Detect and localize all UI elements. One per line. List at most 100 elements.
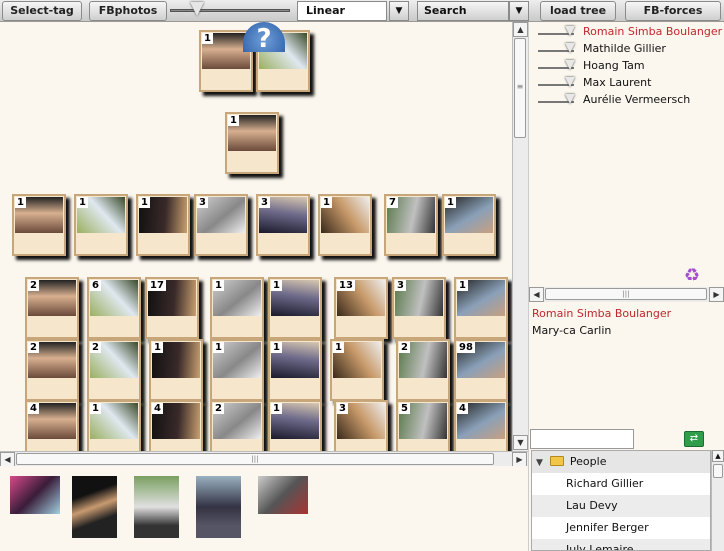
photo-card[interactable]: 1 <box>74 194 128 256</box>
photo-count-badge: 5 <box>399 403 410 414</box>
zoom-slider-thumb[interactable] <box>190 2 204 16</box>
tree-item-person[interactable]: Lau Devy <box>532 495 710 517</box>
photo-card[interactable]: 1 <box>210 277 264 339</box>
weight-slider-thumb[interactable] <box>565 77 575 87</box>
photo-card[interactable]: 4 <box>25 400 79 451</box>
photo-card[interactable]: 1 <box>268 339 322 401</box>
photo-card[interactable]: 1 <box>149 339 203 401</box>
tree-vertical-scrollbar[interactable]: ▲ <box>711 450 724 551</box>
person-name[interactable]: Mathilde Gillier <box>583 42 666 55</box>
photo-card[interactable]: 1 <box>442 194 496 256</box>
photo-card[interactable]: 2 <box>25 339 79 401</box>
photo-count-badge: 1 <box>445 197 456 208</box>
photo-card[interactable]: 2 <box>396 339 450 401</box>
photo-card[interactable]: 5 <box>396 400 450 451</box>
search-dropdown-arrow[interactable]: ▼ <box>509 1 529 21</box>
photo-card[interactable]: 2 <box>87 339 141 401</box>
photo-card[interactable]: 1 <box>12 194 66 256</box>
tree-item-person[interactable]: July Lemaire <box>532 539 710 550</box>
photo-card[interactable]: 4 <box>454 400 508 451</box>
photo-card[interactable]: 2 <box>25 277 79 339</box>
weight-slider-thumb[interactable] <box>565 60 575 70</box>
photo-count-badge: 3 <box>337 403 348 414</box>
photo-card[interactable]: 98 <box>454 339 508 401</box>
person-name[interactable]: Romain Simba Boulanger <box>583 25 722 38</box>
zoom-slider-track[interactable] <box>170 9 290 12</box>
fbphotos-button[interactable]: FBphotos <box>89 1 167 21</box>
scroll-left-arrow[interactable]: ◀ <box>529 287 544 302</box>
weight-slider-thumb[interactable] <box>565 26 575 36</box>
photo-card[interactable]: 1 <box>225 112 279 174</box>
scroll-right-arrow[interactable]: ▶ <box>512 452 527 467</box>
shuffle-icon[interactable]: ⇄ <box>684 431 704 447</box>
scroll-up-arrow[interactable]: ▲ <box>712 450 724 462</box>
main-horizontal-scrollbar[interactable]: ◀ ||| ▶ <box>0 451 528 467</box>
photo-card[interactable]: 1 <box>136 194 190 256</box>
photo-card[interactable]: 2 <box>210 400 264 451</box>
scroll-thumb[interactable]: ||| <box>545 288 707 300</box>
recycle-icon[interactable]: ♻ <box>684 265 700 286</box>
photo-count-badge: 1 <box>333 342 344 353</box>
selected-person[interactable]: Romain Simba Boulanger <box>532 305 671 322</box>
tree-root-people[interactable]: ▼ People <box>532 451 710 473</box>
search-button[interactable]: Search <box>417 1 509 21</box>
person-name[interactable]: Hoang Tam <box>583 59 645 72</box>
photo-card[interactable]: 3 <box>392 277 446 339</box>
scroll-left-arrow[interactable]: ◀ <box>0 452 15 467</box>
photo-count-badge: 1 <box>271 342 282 353</box>
photo-card[interactable]: 17 <box>145 277 199 339</box>
people-filter-input[interactable] <box>530 429 634 449</box>
photo-count-badge: 98 <box>457 342 475 353</box>
scroll-thumb[interactable]: ||| <box>16 453 494 465</box>
main-vertical-scrollbar[interactable]: ▲ ≡ ▼ <box>512 22 528 451</box>
photo-card[interactable]: 1 <box>268 400 322 451</box>
photo-graph-canvas[interactable]: 11111133171261711133122111129841421354 <box>0 22 512 451</box>
photo-card[interactable]: 4 <box>149 400 203 451</box>
photo-count-badge: 1 <box>271 280 282 291</box>
photo-card[interactable]: 1 <box>210 339 264 401</box>
photo-card[interactable]: 7 <box>384 194 438 256</box>
photo-card[interactable]: 1 <box>318 194 372 256</box>
strip-photo[interactable] <box>134 476 179 538</box>
strip-photo[interactable] <box>10 476 60 514</box>
photo-count-badge: 1 <box>152 342 163 353</box>
scroll-thumb[interactable]: ≡ <box>514 38 526 138</box>
photo-card[interactable]: 6 <box>87 277 141 339</box>
strip-photo[interactable] <box>258 476 308 514</box>
chevron-down-icon[interactable]: ▼ <box>536 458 543 468</box>
selected-person[interactable]: Mary-ca Carlin <box>532 322 671 339</box>
photo-count-badge: 3 <box>259 197 270 208</box>
photo-card[interactable]: 1 <box>330 339 384 401</box>
photo-count-badge: 17 <box>148 280 166 291</box>
select-tag-button[interactable]: Select-tag <box>2 1 82 21</box>
person-name[interactable]: Max Laurent <box>583 76 651 89</box>
tree-item-person[interactable]: Jennifer Berger <box>532 517 710 539</box>
photo-card[interactable]: 1 <box>454 277 508 339</box>
person-weight-row: Romain Simba Boulanger <box>536 24 724 41</box>
load-tree-button[interactable]: load tree <box>540 1 616 21</box>
fb-forces-button[interactable]: FB-forces <box>625 1 721 21</box>
person-weight-row: Mathilde Gillier <box>536 41 724 58</box>
strip-photo[interactable] <box>196 476 241 538</box>
photo-card[interactable]: 1 <box>268 277 322 339</box>
scroll-right-arrow[interactable]: ▶ <box>709 287 724 302</box>
photo-count-badge: 1 <box>321 197 332 208</box>
scroll-up-arrow[interactable]: ▲ <box>513 22 528 37</box>
strip-photo[interactable] <box>72 476 117 538</box>
scroll-down-arrow[interactable]: ▼ <box>513 435 528 450</box>
photo-card[interactable]: 3 <box>194 194 248 256</box>
scroll-thumb[interactable] <box>713 464 723 478</box>
photo-count-badge: 1 <box>202 33 213 44</box>
layout-dropdown-arrow[interactable]: ▼ <box>389 1 409 21</box>
weight-slider-thumb[interactable] <box>565 43 575 53</box>
person-name[interactable]: Aurélie Vermeersch <box>583 93 690 106</box>
layout-select[interactable]: Linear <box>297 1 387 21</box>
photo-card[interactable]: 3 <box>256 194 310 256</box>
photo-count-badge: 7 <box>387 197 398 208</box>
people-horizontal-scrollbar[interactable]: ◀ ||| ▶ <box>529 287 724 302</box>
photo-card[interactable]: 1 <box>87 400 141 451</box>
photo-card[interactable]: 13 <box>334 277 388 339</box>
tree-item-person[interactable]: Richard Gillier <box>532 473 710 495</box>
weight-slider-thumb[interactable] <box>565 94 575 104</box>
photo-card[interactable]: 3 <box>334 400 388 451</box>
